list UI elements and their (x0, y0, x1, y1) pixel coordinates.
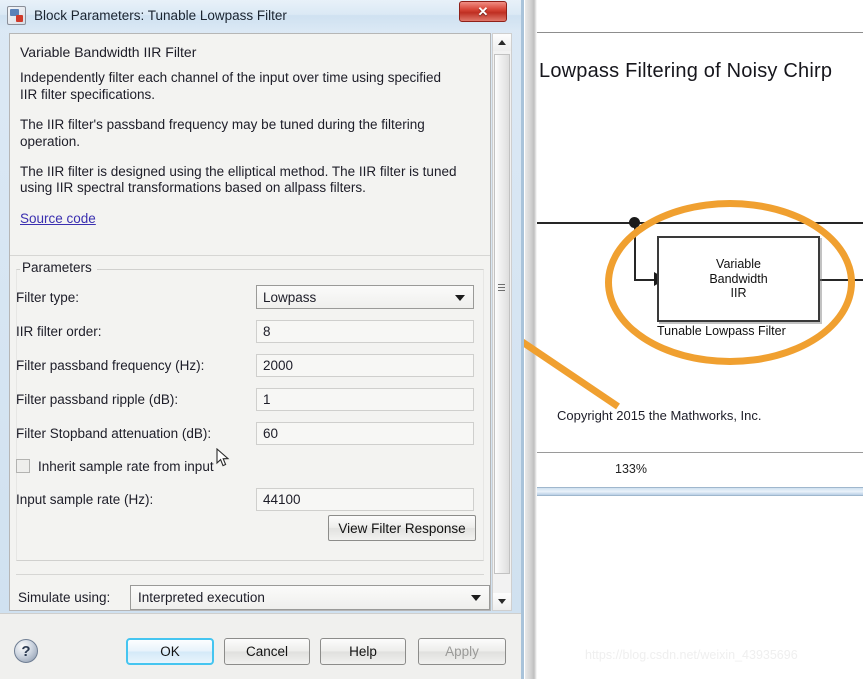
passband-ripple-input[interactable]: 1 (256, 387, 474, 411)
dialog-vertical-scrollbar[interactable] (492, 33, 512, 611)
help-button[interactable]: Help (320, 638, 406, 665)
zoom-level-indicator: 133% (615, 462, 647, 476)
row-input-sample-rate: Input sample rate (Hz): 44100 (16, 486, 474, 512)
scrollbar-grip-icon (498, 284, 505, 292)
parameters-legend: Parameters (20, 260, 97, 275)
block-description-panel: Variable Bandwidth IIR Filter Independen… (10, 34, 490, 256)
row-stopband-attenuation: Filter Stopband attenuation (dB): 60 (16, 420, 474, 446)
simulate-using-select[interactable]: Interpreted execution (130, 584, 490, 610)
simulate-using-value: Interpreted execution (138, 589, 265, 605)
caret-up-icon (498, 40, 506, 45)
simulink-model-panel: Lowpass Filtering of Noisy Chirp Variabl… (525, 0, 863, 679)
label-input-sample-rate: Input sample rate (Hz): (16, 491, 154, 507)
label-passband-ripple: Filter passband ripple (dB): (16, 391, 179, 407)
scrollbar-thumb[interactable] (494, 54, 510, 574)
screenshot-root: Lowpass Filtering of Noisy Chirp Variabl… (0, 0, 863, 679)
filter-type-select[interactable]: Lowpass (256, 285, 474, 309)
simulink-block-icon (7, 5, 26, 25)
description-paragraph-2: The IIR filter's passband frequency may … (20, 116, 425, 149)
row-passband-ripple: Filter passband ripple (dB): 1 (16, 386, 474, 412)
status-bar-divider (537, 452, 863, 453)
caret-down-icon (498, 599, 506, 604)
dialog-window-frame: Block Parameters: Tunable Lowpass Filter… (0, 0, 524, 679)
row-iir-filter-order: IIR filter order: 8 (16, 318, 474, 344)
row-filter-type: Filter type: Lowpass (16, 284, 474, 310)
label-passband-frequency: Filter passband frequency (Hz): (16, 357, 205, 373)
label-stopband-attenuation: Filter Stopband attenuation (dB): (16, 425, 212, 441)
watermark-text: https://blog.csdn.net/weixin_43935696 (585, 648, 798, 662)
simulate-section-divider (16, 574, 484, 575)
description-paragraph-1: Independently filter each channel of the… (20, 70, 442, 102)
passband-ripple-value: 1 (263, 391, 271, 407)
status-bar-strip (537, 487, 863, 496)
source-code-link[interactable]: Source code (20, 211, 96, 226)
label-filter-type: Filter type: (16, 289, 80, 305)
input-sample-rate-value: 44100 (263, 491, 301, 507)
label-simulate-using: Simulate using: (18, 589, 111, 605)
description-paragraph-3: The IIR filter is designed using the ell… (20, 163, 457, 196)
chevron-down-icon (471, 594, 481, 601)
model-panel-left-shadow (525, 0, 537, 679)
block-parameters-dialog: Block Parameters: Tunable Lowpass Filter… (0, 0, 524, 679)
chevron-down-icon (455, 295, 465, 301)
label-iir-filter-order: IIR filter order: (16, 323, 102, 339)
iir-filter-order-input[interactable]: 8 (256, 319, 474, 343)
view-filter-response-button[interactable]: View Filter Response (328, 515, 476, 541)
inherit-sample-rate-checkbox[interactable] (16, 459, 30, 473)
dialog-titlebar[interactable]: Block Parameters: Tunable Lowpass Filter… (0, 0, 521, 30)
scroll-up-button[interactable] (493, 34, 511, 51)
copyright-note: Copyright 2015 the Mathworks, Inc. (557, 408, 762, 423)
stopband-attenuation-input[interactable]: 60 (256, 421, 474, 445)
stopband-attenuation-value: 60 (263, 425, 279, 441)
model-toolbar-divider (537, 32, 863, 33)
input-sample-rate-input[interactable]: 44100 (256, 487, 474, 511)
scroll-down-button[interactable] (493, 593, 511, 610)
ok-button[interactable]: OK (126, 638, 214, 665)
mouse-cursor-icon (216, 448, 230, 467)
close-icon[interactable]: ✕ (459, 1, 507, 22)
iir-filter-order-value: 8 (263, 323, 271, 339)
highlight-ellipse-annotation (605, 200, 855, 365)
apply-button[interactable]: Apply (418, 638, 506, 665)
model-title: Lowpass Filtering of Noisy Chirp (539, 60, 833, 82)
label-inherit-sample-rate: Inherit sample rate from input (38, 458, 214, 474)
row-inherit-sample-rate: Inherit sample rate from input (16, 454, 474, 478)
help-icon[interactable]: ? (14, 639, 38, 663)
parameters-group: Parameters Filter type: Lowpass IIR filt… (10, 260, 490, 570)
row-simulate-using: Simulate using: Interpreted execution (18, 584, 490, 610)
cancel-button[interactable]: Cancel (224, 638, 310, 665)
row-passband-frequency: Filter passband frequency (Hz): 2000 (16, 352, 474, 378)
dialog-title: Block Parameters: Tunable Lowpass Filter (34, 7, 287, 23)
passband-frequency-value: 2000 (263, 357, 294, 373)
description-heading: Variable Bandwidth IIR Filter (20, 44, 197, 60)
filter-type-value: Lowpass (263, 289, 317, 305)
dialog-content-area: Variable Bandwidth IIR Filter Independen… (9, 33, 491, 611)
passband-frequency-input[interactable]: 2000 (256, 353, 474, 377)
